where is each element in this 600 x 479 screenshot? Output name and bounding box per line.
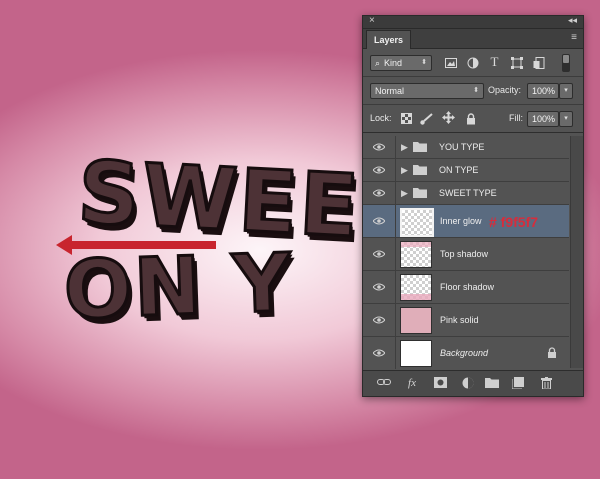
smart-object-filter-icon[interactable] (531, 55, 546, 70)
fill-stepper[interactable]: ▾ (559, 111, 573, 127)
layer-thumbnail (400, 241, 432, 268)
fill-input[interactable]: 100% (527, 111, 559, 127)
eye-icon[interactable] (372, 282, 386, 292)
layer-thumbnail (400, 307, 432, 334)
opacity-label: Opacity: (488, 85, 522, 95)
folder-icon (413, 142, 427, 152)
lock-icon (548, 347, 556, 358)
layer-name: Floor shadow (440, 282, 495, 292)
eye-icon[interactable] (372, 216, 386, 226)
layer-row-floor-shadow[interactable]: Floor shadow (363, 271, 569, 304)
layer-row-inner-glow[interactable]: Inner glow # f9f5f7 (363, 205, 569, 238)
layer-name: Background (440, 348, 489, 358)
layer-thumbnail (400, 208, 434, 237)
layer-row-pink-solid[interactable]: Pink solid (363, 304, 569, 337)
lock-transparent-icon[interactable] (399, 111, 414, 126)
opacity-stepper[interactable]: ▾ (559, 83, 573, 99)
link-layers-icon[interactable] (377, 377, 391, 389)
filter-toggle-switch[interactable] (562, 54, 570, 72)
layers-list: ▶ YOU TYPE ▶ ON TYPE ▶ SWEET TYPE Inner … (363, 136, 569, 369)
eye-icon[interactable] (372, 142, 386, 152)
filter-kind-value: Kind (384, 58, 403, 68)
layer-name: SWEET TYPE (439, 188, 497, 198)
hex-color-annotation: # f9f5f7 (489, 214, 539, 230)
opacity-input[interactable]: 100% (527, 83, 559, 99)
close-icon[interactable]: × (369, 15, 375, 26)
folder-icon (413, 188, 427, 198)
filter-kind-select[interactable]: ⌕ Kind ⬍ (370, 55, 432, 71)
panel-menu-icon[interactable]: ≡ (571, 32, 577, 43)
move-icon[interactable] (441, 110, 456, 125)
layer-row-on-type[interactable]: ▶ ON TYPE (363, 159, 569, 182)
add-mask-icon[interactable] (433, 377, 447, 389)
layer-name: Top shadow (440, 249, 489, 259)
layer-row-top-shadow[interactable]: Top shadow (363, 238, 569, 271)
layer-thumbnail (400, 340, 432, 367)
type-filter-icon[interactable]: T (487, 54, 502, 69)
eye-icon[interactable] (372, 249, 386, 259)
chevron-updown-icon: ⬍ (421, 59, 427, 66)
shape-filter-icon[interactable] (509, 55, 524, 70)
disclosure-triangle-icon[interactable]: ▶ (401, 165, 408, 176)
fx-icon[interactable]: fx (405, 377, 419, 389)
new-group-icon[interactable] (485, 377, 499, 389)
disclosure-triangle-icon[interactable]: ▶ (401, 142, 408, 153)
folder-icon (413, 165, 427, 175)
new-layer-icon[interactable] (511, 377, 525, 390)
eye-icon[interactable] (372, 315, 386, 325)
eye-icon[interactable] (372, 348, 386, 358)
panel-footer: fx (363, 370, 583, 396)
lock-icon[interactable] (463, 111, 478, 126)
blend-mode-value: Normal (375, 86, 405, 96)
adjustment-filter-icon[interactable] (465, 55, 480, 70)
brush-icon[interactable] (419, 111, 434, 126)
trash-icon[interactable] (539, 377, 553, 390)
panel-tab-row: Layers ≡ (363, 29, 583, 49)
layer-thumbnail (400, 274, 432, 301)
image-filter-icon[interactable] (443, 55, 458, 70)
blend-mode-select[interactable]: Normal ⬍ (370, 83, 484, 99)
layer-name: ON TYPE (439, 165, 479, 175)
search-icon: ⌕ (375, 58, 381, 68)
panel-titlebar: × ◂◂ (363, 15, 583, 29)
layers-panel: × ◂◂ Layers ≡ ⌕ Kind ⬍ T Normal ⬍ Opacit… (362, 15, 584, 397)
layer-row-sweet-type[interactable]: ▶ SWEET TYPE (363, 182, 569, 205)
layer-name: Inner glow (440, 216, 482, 226)
layers-scrollbar[interactable] (570, 136, 583, 368)
layer-row-you-type[interactable]: ▶ YOU TYPE (363, 136, 569, 159)
adjustment-layer-icon[interactable] (461, 377, 475, 389)
tab-layers[interactable]: Layers (366, 30, 412, 49)
layer-name: YOU TYPE (439, 142, 485, 152)
eye-icon[interactable] (372, 165, 386, 175)
collapse-icon[interactable]: ◂◂ (568, 15, 577, 26)
layer-row-background[interactable]: Background (363, 337, 569, 369)
lock-label: Lock: (370, 113, 392, 123)
filter-row: ⌕ Kind ⬍ T (363, 49, 583, 77)
fill-label: Fill: (509, 113, 523, 123)
eye-icon[interactable] (372, 188, 386, 198)
red-arrow (56, 235, 216, 255)
chevron-updown-icon: ⬍ (473, 87, 479, 94)
layer-name: Pink solid (440, 315, 479, 325)
blend-row: Normal ⬍ Opacity: 100% ▾ (363, 77, 583, 105)
lock-row: Lock: Fill: 100% ▾ (363, 105, 583, 133)
disclosure-triangle-icon[interactable]: ▶ (401, 188, 408, 199)
